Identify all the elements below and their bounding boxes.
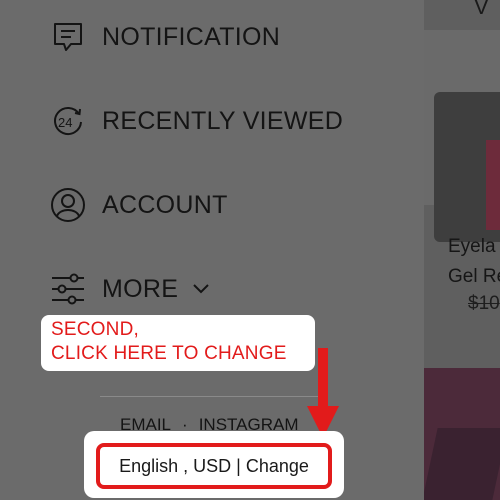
- product-title[interactable]: Eyela Gel Re: [448, 232, 500, 292]
- annotation-line2: CLICK HERE TO CHANGE: [51, 343, 287, 364]
- menu-item-notification[interactable]: NOTIFICATION: [50, 17, 280, 57]
- product-title-line2: Gel Re: [448, 266, 500, 287]
- product-title-line1: Eyela: [448, 236, 496, 257]
- annotation-callout: SECOND, CLICK HERE TO CHANGE: [41, 315, 315, 371]
- account-icon: [50, 187, 86, 223]
- chevron-down-icon: [192, 283, 210, 295]
- screen: V Eyela Gel Re $10 NOTIFICATION: [0, 0, 500, 500]
- language-currency-change-button[interactable]: English , USD | Change: [96, 443, 332, 489]
- promo-shape: [424, 428, 500, 500]
- background-top-text: V: [474, 0, 489, 19]
- menu-item-label: ACCOUNT: [102, 190, 228, 219]
- product-bottle-label: [486, 140, 500, 230]
- product-price: $10: [468, 293, 500, 314]
- background-page[interactable]: V Eyela Gel Re $10: [424, 0, 500, 500]
- menu-item-label: RECENTLY VIEWED: [102, 106, 344, 135]
- menu-item-recently-viewed[interactable]: 24 RECENTLY VIEWED: [50, 101, 343, 141]
- menu-item-more[interactable]: MORE: [50, 269, 210, 309]
- divider: [100, 396, 324, 397]
- annotation-line1: SECOND,: [51, 319, 139, 340]
- recently-viewed-24h-icon: 24: [50, 103, 86, 139]
- notification-icon: [50, 19, 86, 55]
- promo-banner[interactable]: [424, 368, 500, 500]
- menu-item-label: NOTIFICATION: [102, 22, 281, 51]
- svg-text:24: 24: [58, 115, 72, 130]
- product-image[interactable]: [424, 30, 500, 242]
- menu-item-label: MORE: [102, 274, 179, 303]
- side-drawer: NOTIFICATION 24 RECENTLY VIEWED ACCOUNT …: [0, 0, 424, 500]
- sliders-icon: [50, 271, 86, 307]
- annotation-arrow-icon: [307, 348, 339, 438]
- menu-item-account[interactable]: ACCOUNT: [50, 185, 228, 225]
